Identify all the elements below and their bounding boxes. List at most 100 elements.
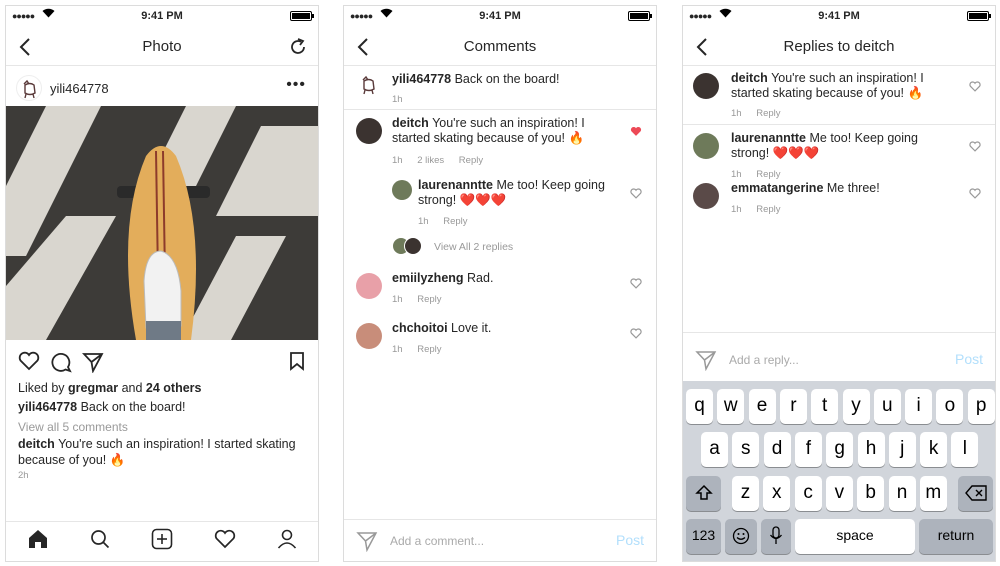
activity-heart-icon[interactable] (214, 529, 236, 554)
comments-screen: ●●●●● 9:41 PM Comments yili464778 Back o… (343, 5, 657, 562)
caption: yili464778 Back on the board! (18, 400, 186, 414)
key-q[interactable]: q (686, 389, 713, 424)
key-y[interactable]: y (842, 389, 870, 424)
key-f[interactable]: f (794, 432, 822, 467)
avatar[interactable] (16, 75, 42, 101)
avatar[interactable] (356, 72, 382, 98)
caption-text: Back on the board! (80, 400, 186, 414)
comment-input[interactable]: Add a comment... (390, 534, 484, 548)
comment-reply-row: laurenanntte Me too! Keep going strong! … (344, 178, 656, 233)
key-c[interactable]: c (794, 476, 822, 511)
comment-user[interactable]: laurenanntte (418, 178, 493, 192)
key-o[interactable]: o (936, 389, 964, 424)
key-a[interactable]: a (701, 432, 728, 467)
comment-user[interactable]: chchoitoi (392, 321, 448, 335)
heart-icon[interactable] (969, 188, 981, 200)
comment-user[interactable]: emmatangerine (731, 181, 823, 195)
key-j[interactable]: j (888, 432, 916, 467)
avatar[interactable] (356, 118, 382, 144)
reply-link[interactable]: Reply (417, 344, 441, 355)
comment-time: 1h (731, 169, 742, 180)
reply-link[interactable]: Reply (756, 108, 780, 119)
bookmark-icon[interactable] (288, 351, 306, 376)
more-icon[interactable]: ••• (286, 76, 306, 94)
caption-user[interactable]: yili464778 (392, 72, 451, 86)
comment-user[interactable]: deitch (392, 116, 429, 130)
avatar[interactable] (356, 323, 382, 349)
key-u[interactable]: u (873, 389, 901, 424)
comment-user[interactable]: deitch (731, 71, 768, 85)
avatar[interactable] (693, 73, 719, 99)
profile-icon[interactable] (277, 529, 297, 554)
view-all-replies-link[interactable]: View All 2 replies (434, 240, 513, 255)
heart-icon[interactable] (969, 81, 981, 93)
reply-link[interactable]: Reply (459, 155, 483, 166)
heart-icon[interactable] (969, 141, 981, 153)
space-key[interactable]: space (795, 519, 915, 554)
key-s[interactable]: s (732, 432, 760, 467)
avatar[interactable] (693, 133, 719, 159)
key-r[interactable]: r (779, 389, 807, 424)
comment-user[interactable]: deitch (18, 437, 55, 451)
key-l[interactable]: l (951, 432, 979, 467)
reply-link[interactable]: Reply (443, 216, 467, 227)
key-t[interactable]: t (811, 389, 839, 424)
numbers-key[interactable]: 123 (686, 519, 721, 554)
view-replies-row[interactable]: View All 2 replies (344, 236, 656, 258)
comment-likes[interactable]: 2 likes (417, 155, 444, 166)
search-icon[interactable] (90, 529, 110, 554)
key-m[interactable]: m (919, 476, 947, 511)
key-v[interactable]: v (825, 476, 853, 511)
reply-link[interactable]: Reply (756, 204, 780, 215)
caption-user[interactable]: yili464778 (18, 400, 77, 414)
return-key[interactable]: return (919, 519, 993, 554)
reply-input[interactable]: Add a reply... (729, 353, 799, 367)
comment-user[interactable]: laurenanntte (731, 131, 806, 145)
key-k[interactable]: k (920, 432, 948, 467)
nav-bar: Comments (344, 28, 656, 66)
key-e[interactable]: e (748, 389, 776, 424)
key-d[interactable]: d (763, 432, 791, 467)
heart-icon[interactable] (18, 351, 40, 376)
view-all-comments-link[interactable]: View all 5 comments (18, 420, 128, 434)
add-post-icon[interactable] (151, 528, 173, 555)
comment-row: laurenanntte Me too! Keep going strong! … (683, 131, 995, 180)
key-z[interactable]: z (732, 476, 759, 511)
share-icon[interactable] (81, 351, 104, 378)
liked-by-others[interactable]: 24 others (146, 381, 202, 395)
send-icon (695, 349, 717, 376)
key-g[interactable]: g (826, 432, 854, 467)
comment-time: 1h (418, 216, 429, 227)
emoji-key[interactable] (725, 519, 757, 554)
tab-bar (6, 521, 318, 561)
key-x[interactable]: x (763, 476, 791, 511)
comment-icon[interactable] (50, 351, 72, 378)
reply-link[interactable]: Reply (417, 294, 441, 305)
heart-filled-icon[interactable] (630, 126, 642, 138)
key-i[interactable]: i (905, 389, 933, 424)
post-button[interactable]: Post (955, 351, 983, 367)
heart-icon[interactable] (630, 278, 642, 290)
avatar[interactable] (693, 183, 719, 209)
avatar[interactable] (392, 180, 412, 200)
avatar[interactable] (356, 273, 382, 299)
mic-key[interactable] (761, 519, 791, 554)
reply-link[interactable]: Reply (756, 169, 780, 180)
post-username[interactable]: yili464778 (50, 81, 109, 96)
heart-icon[interactable] (630, 328, 642, 340)
liked-by-user[interactable]: gregmar (68, 381, 118, 395)
key-n[interactable]: n (888, 476, 916, 511)
post-actions (16, 349, 308, 375)
key-h[interactable]: h (857, 432, 885, 467)
post-photo[interactable] (6, 106, 318, 340)
comment-user[interactable]: emiilyzheng (392, 271, 464, 285)
home-icon[interactable] (27, 529, 49, 554)
refresh-icon[interactable] (288, 36, 308, 58)
key-p[interactable]: p (967, 389, 995, 424)
key-w[interactable]: w (717, 389, 745, 424)
key-b[interactable]: b (857, 476, 885, 511)
shift-key[interactable] (686, 476, 721, 511)
post-button[interactable]: Post (616, 532, 644, 548)
heart-icon[interactable] (630, 188, 642, 200)
backspace-key[interactable] (958, 476, 993, 511)
